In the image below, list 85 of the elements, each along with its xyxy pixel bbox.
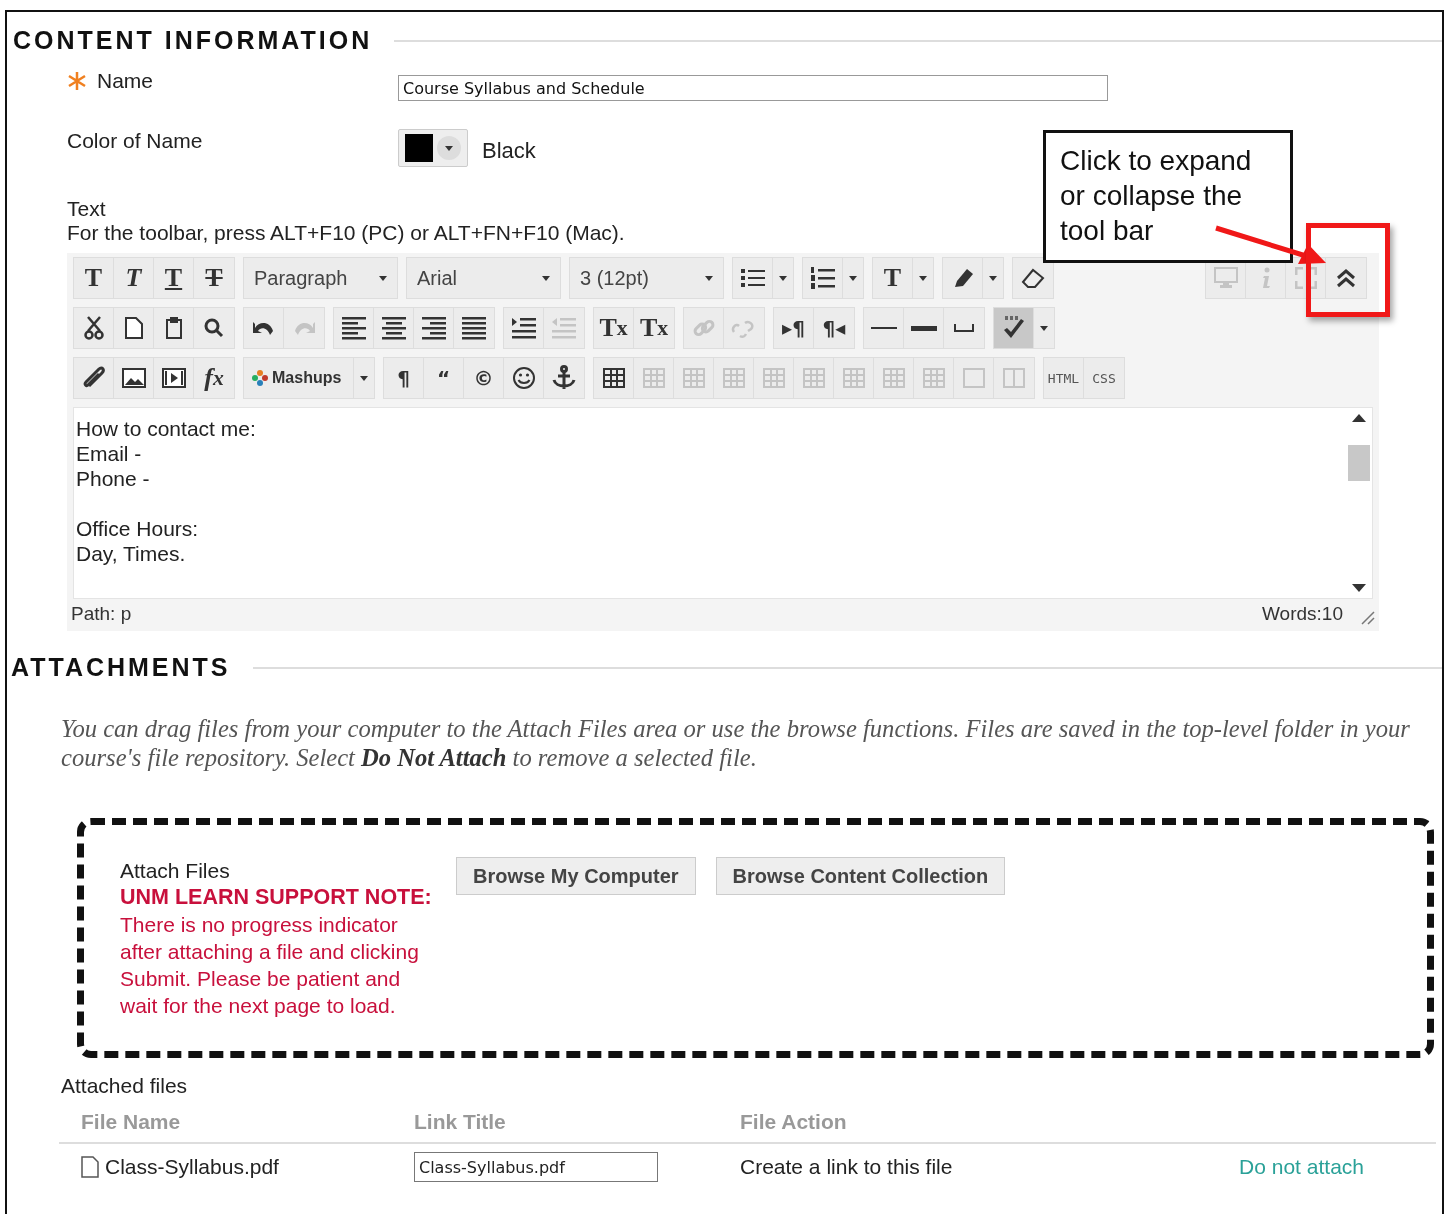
drop-area[interactable] (77, 818, 1434, 1058)
paperclip-icon (81, 366, 106, 390)
dots-icon (252, 370, 268, 386)
field-label: Color of Name (67, 129, 203, 153)
section-heading: CONTENT INFORMATION (13, 26, 373, 55)
align-center-icon (381, 316, 406, 340)
line-icon (870, 326, 897, 330)
bulleted-list-icon (740, 268, 765, 288)
column-header: File Action (740, 1110, 848, 1134)
space-icon (954, 324, 974, 332)
caret-icon (705, 275, 713, 281)
align-left-icon (341, 316, 366, 340)
caret-icon (779, 275, 787, 281)
align-right-icon (421, 316, 446, 340)
caret-icon (542, 275, 550, 281)
caret-icon (1040, 325, 1048, 331)
fullscreen-icon (1294, 267, 1317, 289)
outdent-icon (552, 317, 576, 339)
caret-icon (379, 275, 387, 281)
link-title-field[interactable]: Class-Syllabus.pdf (414, 1152, 658, 1182)
scroll-down-icon[interactable] (1352, 584, 1366, 592)
field-label: Text (67, 197, 106, 221)
browse-button[interactable]: Browse Content Collection (715, 857, 1006, 895)
caret-icon (849, 275, 857, 281)
column-header: Link Title (414, 1110, 507, 1134)
column-header: File Name (81, 1110, 182, 1134)
browse-button[interactable]: Browse My Computer (456, 857, 696, 895)
table-cell: Class-Syllabus.pdf (105, 1155, 279, 1179)
section-heading: ATTACHMENTS (11, 653, 231, 682)
smiley-icon (511, 366, 536, 390)
table-icon (642, 368, 665, 388)
word-count: Words:10 (1262, 603, 1343, 625)
table-icon (842, 368, 865, 388)
undo-icon (251, 319, 276, 337)
indent-icon (511, 317, 536, 339)
table-icon (882, 368, 905, 388)
path-label: Path: p (71, 603, 132, 625)
editor-text-line: Email - (76, 441, 143, 466)
file-icon (81, 1156, 99, 1178)
table-icon (802, 368, 825, 388)
table-cell-text: Create a link to this file (740, 1155, 954, 1179)
callout-tooltip: Click to expand or collapse the tool bar (1043, 130, 1293, 263)
editor-text-line: Phone - (76, 466, 151, 491)
monitor-icon (1213, 267, 1238, 289)
justify-icon (462, 316, 486, 340)
caret-icon (360, 375, 368, 381)
numbered-list-icon (810, 267, 835, 289)
page-icon (124, 317, 143, 339)
caret-icon (919, 275, 927, 281)
attach-label: Attach Files (120, 858, 231, 884)
field-label: Name (97, 69, 154, 93)
editor-text-line: How to contact me: (76, 416, 257, 441)
eraser-icon (1021, 268, 1045, 288)
clipboard-icon (164, 317, 183, 339)
toolbar-hint: For the toolbar, press ALT+F10 (PC) or ALT+FN+F10 (Mac). (67, 221, 625, 245)
anchor-icon (552, 365, 576, 391)
info-icon (1260, 267, 1271, 289)
color-picker[interactable] (398, 129, 468, 167)
editor-text-line: Office Hours: (76, 516, 200, 541)
editor-text-line: Day, Times. (76, 541, 187, 566)
name-field[interactable]: Course Syllabus and Schedule (398, 75, 1108, 101)
double-chevron-icon (1336, 268, 1356, 288)
table-icon (722, 368, 745, 388)
caret-icon (445, 145, 453, 151)
scrollbar-thumb[interactable] (1348, 445, 1370, 481)
link-icon (692, 317, 715, 339)
table-icon (682, 368, 705, 388)
square-icon (962, 368, 985, 388)
film-icon (161, 368, 186, 388)
caret-icon (989, 275, 997, 281)
table-icon (922, 368, 945, 388)
note-title: UNM LEARN SUPPORT NOTE: (120, 884, 433, 911)
table-icon (602, 368, 625, 388)
search-icon (204, 318, 224, 338)
color-value: Black (482, 138, 536, 164)
columns-icon (1003, 368, 1025, 388)
instructions-text: You can drag files from your computer to the Attach Files area or use the browse functions. Files are saved in the top-level folder in your course's file repository. Select Do Not Attach to remove a selected file. (61, 714, 1411, 772)
scissors-icon (83, 316, 104, 340)
table-icon (762, 368, 785, 388)
attached-files-label: Attached files (61, 1074, 189, 1098)
resize-grip-icon[interactable] (1359, 609, 1375, 625)
note-text: There is no progress indicator after attaching a file and clicking Submit. Please be patient and wait for the next page to load. (120, 912, 420, 1019)
toolbar-button[interactable] (994, 308, 1034, 348)
scroll-up-icon[interactable] (1352, 414, 1366, 422)
image-icon (121, 368, 146, 388)
